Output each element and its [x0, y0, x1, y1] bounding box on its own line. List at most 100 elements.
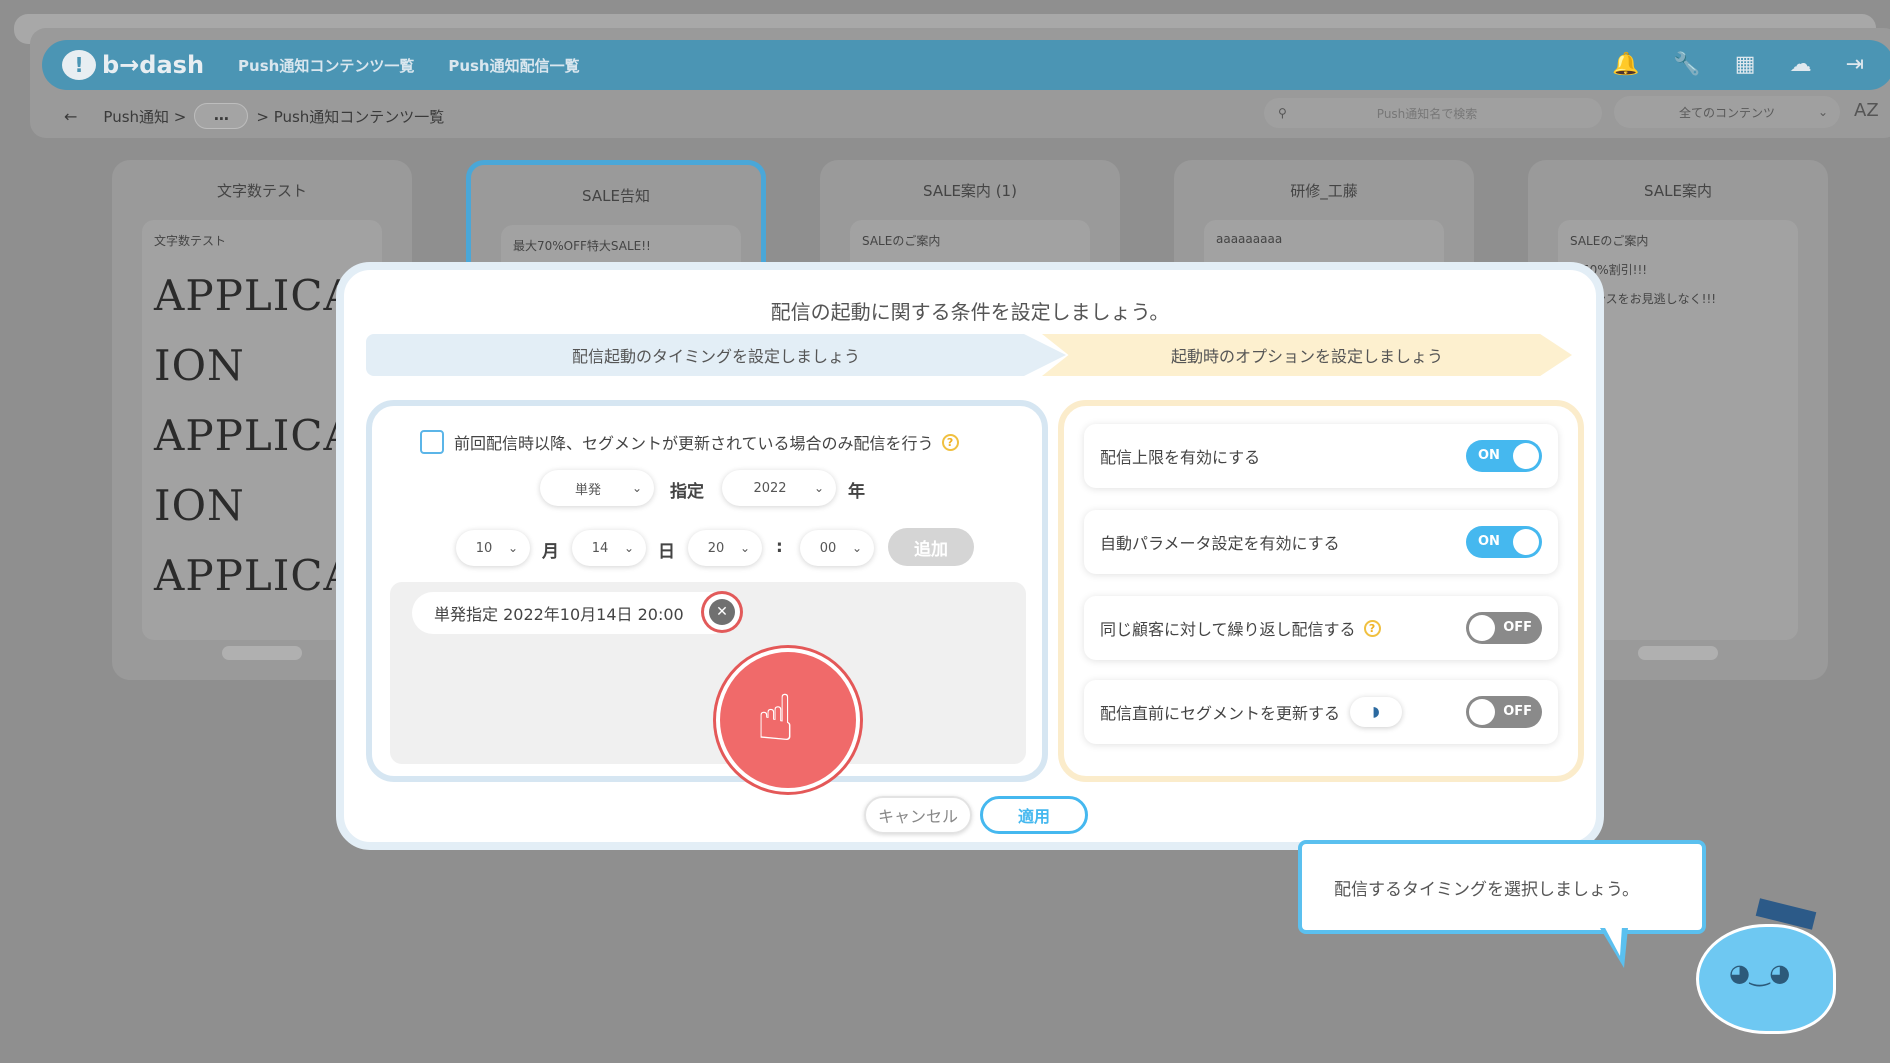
pointing-hand-icon: ☝ — [756, 682, 795, 756]
guide-tooltip: 配信するタイミングを選択しましょう。 — [1298, 840, 1706, 934]
segment-updated-only-row: 前回配信時以降、セグメントが更新されている場合のみ配信を行う ? — [420, 430, 959, 454]
toggle-state: ON — [1478, 534, 1500, 549]
nav-push-contents[interactable]: Push通知コンテンツ一覧 — [238, 55, 414, 76]
tooltip-tail-inner — [1604, 926, 1622, 956]
chevron-down-icon: ⌄ — [623, 541, 634, 555]
hour-value: 20 — [707, 540, 725, 556]
remove-schedule-icon[interactable]: ✕ — [709, 599, 735, 625]
repeat-delivery-toggle[interactable]: OFF — [1466, 612, 1542, 644]
month-label: 月 — [542, 542, 559, 562]
breadcrumb-ellipsis[interactable]: … — [194, 103, 249, 129]
card-title: SALE案内 (1) — [923, 182, 1017, 200]
timing-panel: 前回配信時以降、セグメントが更新されている場合のみ配信を行う ? 単発 ⌄ 指定… — [366, 400, 1048, 792]
back-arrow-icon[interactable]: ← — [64, 107, 77, 126]
day-value: 14 — [591, 540, 609, 556]
grid-icon[interactable]: ▦ — [1735, 52, 1756, 77]
minute-value: 00 — [819, 540, 837, 556]
card-title: SALE告知 — [582, 187, 650, 205]
mascot-character: ◕‿◕ — [1696, 898, 1836, 1034]
breadcrumb-push[interactable]: Push通知 > — [103, 106, 186, 127]
mascot-face-icon: ◕‿◕ — [1729, 959, 1791, 987]
breadcrumb: ← Push通知 > … > Push通知コンテンツ一覧 — [42, 96, 1890, 136]
toggle-state: OFF — [1503, 704, 1532, 719]
option-label: 配信上限を有効にする — [1100, 448, 1261, 467]
modal-title: 配信の起動に関する条件を設定しましょう。 — [770, 300, 1170, 324]
option-label: 自動パラメータ設定を有効にする — [1100, 534, 1340, 553]
toggle-knob — [1513, 443, 1539, 469]
toggle-knob — [1469, 699, 1495, 725]
wrench-icon[interactable]: 🔧 — [1673, 52, 1700, 77]
card-title: 文字数テスト — [216, 182, 307, 200]
schedule-list: 単発指定 2022年10月14日 20:00 ✕ ☝ — [390, 582, 1026, 792]
time-colon: : — [776, 537, 783, 557]
beginner-mark-icon[interactable]: ◗ — [1350, 697, 1403, 727]
chevron-down-icon: ⌄ — [739, 541, 750, 555]
card-title: SALE案内 — [1644, 182, 1712, 200]
sort-az-icon[interactable]: AZ — [1854, 100, 1879, 121]
options-panel: 配信上限を有効にする ON 自動パラメータ設定を有効にする ON 同じ顧客に対し… — [1058, 400, 1584, 782]
help-icon[interactable]: ? — [1363, 619, 1381, 637]
card-scroll-pill — [1638, 646, 1718, 660]
month-select[interactable]: 10 ⌄ — [456, 530, 530, 566]
segment-updated-only-checkbox[interactable] — [420, 430, 444, 454]
app-logo[interactable]: ! b→dash — [62, 50, 204, 80]
tap-indicator: ☝ — [716, 648, 860, 792]
chevron-down-icon: ⌄ — [631, 481, 642, 495]
segment-refresh-toggle[interactable]: OFF — [1466, 696, 1542, 728]
chevron-down-icon: ⌄ — [1817, 105, 1828, 119]
year-select[interactable]: 2022 ⌄ — [722, 470, 836, 506]
add-button[interactable]: 追加 — [888, 528, 974, 566]
year-label: 年 — [848, 482, 865, 502]
schedule-chip: 単発指定 2022年10月14日 20:00 — [412, 592, 734, 634]
card-preview-text: SALEのご案内 — [862, 234, 941, 248]
option-row: 配信直前にセグメントを更新する ◗ OFF — [1084, 680, 1558, 744]
cancel-button[interactable]: キャンセル — [864, 796, 972, 834]
chevron-down-icon: ⌄ — [813, 481, 824, 495]
spec-label: 指定 — [670, 482, 704, 502]
month-value: 10 — [475, 540, 493, 556]
guide-tooltip-text: 配信するタイミングを選択しましょう。 — [1334, 879, 1639, 900]
breadcrumb-current: > Push通知コンテンツ一覧 — [256, 107, 445, 126]
step-timing: 配信起動のタイミングを設定しましょう — [366, 334, 1066, 376]
option-row: 同じ顧客に対して繰り返し配信する ? OFF — [1084, 596, 1558, 660]
top-icons: 🔔 🔧 ▦ ☁ ⇥ — [1612, 52, 1864, 77]
toggle-state: ON — [1478, 448, 1500, 463]
search-placeholder: Push通知名で検索 — [1376, 106, 1478, 121]
brain-icon[interactable]: ☁ — [1790, 52, 1812, 77]
search-input[interactable]: ⚲ Push通知名で検索 — [1264, 98, 1602, 128]
year-value: 2022 — [753, 480, 787, 496]
card-scroll-pill — [222, 646, 302, 660]
card-preview-text: 最大70%OFF特大SALE!! — [513, 239, 651, 253]
apply-button[interactable]: 適用 — [980, 796, 1088, 834]
frequency-value: 単発 — [574, 482, 601, 498]
segment-updated-only-label: 前回配信時以降、セグメントが更新されている場合のみ配信を行う — [454, 434, 934, 453]
top-nav-bar: ! b→dash Push通知コンテンツ一覧 Push通知配信一覧 🔔 🔧 ▦ … — [42, 40, 1890, 90]
minute-select[interactable]: 00 ⌄ — [800, 530, 874, 566]
toggle-knob — [1513, 529, 1539, 555]
nav-push-deliveries[interactable]: Push通知配信一覧 — [448, 55, 579, 76]
card-title: 研修_工藤 — [1290, 182, 1358, 200]
day-label: 日 — [658, 542, 675, 562]
delivery-limit-toggle[interactable]: ON — [1466, 440, 1542, 472]
toggle-knob — [1469, 615, 1495, 641]
hour-select[interactable]: 20 ⌄ — [688, 530, 762, 566]
help-icon[interactable]: ? — [941, 433, 959, 451]
frequency-select[interactable]: 単発 ⌄ — [540, 470, 654, 506]
option-row: 自動パラメータ設定を有効にする ON — [1084, 510, 1558, 574]
search-icon: ⚲ — [1278, 106, 1287, 120]
toggle-state: OFF — [1503, 620, 1532, 635]
filter-value: 全てのコンテンツ — [1678, 105, 1775, 120]
option-label: 配信直前にセグメントを更新する — [1100, 704, 1341, 723]
graduation-cap-icon — [1755, 898, 1817, 930]
day-select[interactable]: 14 ⌄ — [572, 530, 646, 566]
step-options: 起動時のオプションを設定しましょう — [1042, 334, 1572, 376]
card-preview-text: aaaaaaaaa — [1216, 232, 1283, 246]
logout-icon[interactable]: ⇥ — [1846, 52, 1864, 77]
content-filter-select[interactable]: 全てのコンテンツ ⌄ — [1614, 96, 1840, 128]
bell-icon[interactable]: 🔔 — [1612, 52, 1639, 77]
logo-bubble-icon: ! — [62, 50, 96, 80]
chevron-down-icon: ⌄ — [507, 541, 518, 555]
auto-parameter-toggle[interactable]: ON — [1466, 526, 1542, 558]
card-preview-text: SALEのご案内 — [1570, 234, 1649, 248]
logo-text: b→dash — [102, 51, 205, 79]
